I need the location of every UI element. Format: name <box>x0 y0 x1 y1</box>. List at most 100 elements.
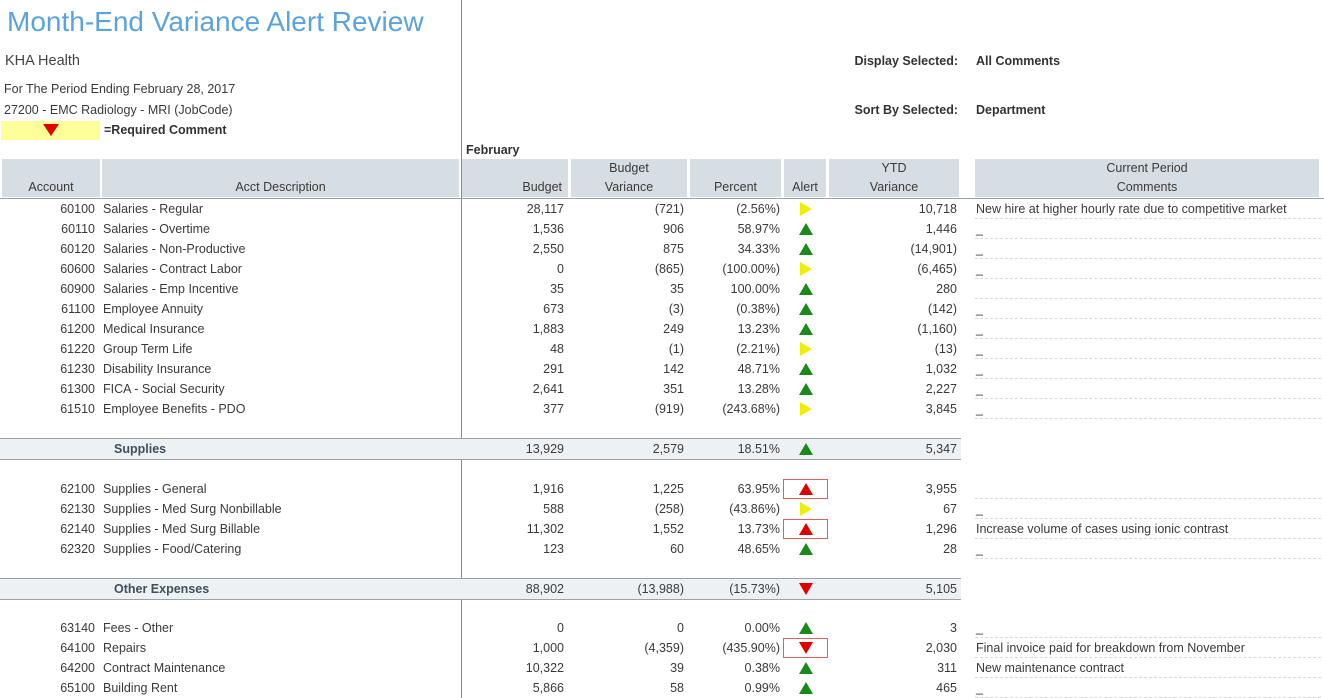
table-row[interactable]: 61510 Employee Benefits - PDO 377 (919) (243… <box>0 399 1324 419</box>
table-row[interactable]: 61300 FICA - Social Security 2,641 351 13.28… <box>0 379 1324 399</box>
description-cell: Group Term Life <box>103 342 193 356</box>
alert-cell[interactable] <box>783 678 828 698</box>
alert-cell[interactable] <box>783 479 828 499</box>
account-cell: 60600 <box>60 262 95 276</box>
comment-cell[interactable]: _ <box>975 379 1321 399</box>
table-row[interactable]: 62320 Supplies - Food/Catering 123 60 48.65%… <box>0 539 1324 559</box>
budget-cell: 377 <box>543 402 564 416</box>
alert-cell[interactable] <box>783 618 828 638</box>
alert-cell[interactable] <box>783 539 828 559</box>
group-comment-row <box>0 438 1324 458</box>
table-row[interactable]: 63140 Fees - Other 0 0 0.00% 3 _ <box>0 618 1324 638</box>
percent-cell: 0.00% <box>744 621 780 635</box>
alert-triangle-icon <box>799 363 813 375</box>
header-ytd-line2: Variance <box>869 180 919 194</box>
description-cell: Salaries - Contract Labor <box>103 262 242 276</box>
alert-up-green-icon <box>783 658 828 678</box>
comment-cell[interactable]: Increase volume of cases using ionic con… <box>975 519 1321 539</box>
table-row[interactable]: 62140 Supplies - Med Surg Billable 11,302 1… <box>0 519 1324 539</box>
budget-cell: 0 <box>557 621 564 635</box>
alert-up-green-icon <box>783 379 828 399</box>
comment-cell[interactable]: _ <box>975 618 1321 638</box>
ytd-variance-cell: (13) <box>934 342 957 356</box>
budget-cell: 1,916 <box>532 482 564 496</box>
alert-up-green-icon <box>783 219 828 239</box>
comment-cell[interactable]: _ <box>975 259 1321 279</box>
table-row[interactable]: 60600 Salaries - Contract Labor 0 (865) (100… <box>0 259 1324 279</box>
percent-cell: 58.97% <box>737 222 780 236</box>
description-cell: Salaries - Emp Incentive <box>103 282 239 296</box>
sort-selected-value[interactable]: Department <box>976 103 1045 117</box>
table-row[interactable]: 65100 Building Rent 5,866 58 0.99% 465 _ <box>0 678 1324 698</box>
table-row[interactable]: 61200 Medical Insurance 1,883 249 13.23% (1,1… <box>0 319 1324 339</box>
comment-cell[interactable]: New hire at higher hourly rate due to co… <box>975 199 1321 219</box>
alert-cell[interactable] <box>783 379 828 399</box>
comment-cell[interactable]: _ <box>975 219 1321 239</box>
alert-cell[interactable] <box>783 519 828 539</box>
account-cell: 64100 <box>60 641 95 655</box>
ytd-variance-cell: 3 <box>950 621 957 635</box>
table-row[interactable]: 62130 Supplies - Med Surg Nonbillable 588 (… <box>0 499 1324 519</box>
comment-cell[interactable]: _ <box>975 539 1321 559</box>
table-row[interactable]: 60110 Salaries - Overtime 1,536 906 58.97% 1,… <box>0 219 1324 239</box>
comment-cell[interactable]: _ <box>975 319 1321 339</box>
alert-cell[interactable] <box>783 259 828 279</box>
alert-cell[interactable] <box>783 279 828 299</box>
alert-triangle-icon <box>799 682 813 694</box>
comment-cell[interactable]: _ <box>975 339 1321 359</box>
alert-cell[interactable] <box>783 499 828 519</box>
comment-cell[interactable]: New maintenance contract <box>975 658 1321 678</box>
description-cell: Supplies - Med Surg Nonbillable <box>103 502 282 516</box>
comment-cell[interactable]: _ <box>975 678 1321 698</box>
comment-cell[interactable]: _ <box>975 239 1321 259</box>
table-row[interactable]: 62100 Supplies - General 1,916 1,225 63.95% 3… <box>0 479 1324 499</box>
ytd-variance-cell: 28 <box>943 542 957 556</box>
table-row[interactable]: 61230 Disability Insurance 291 142 48.71% 1,0… <box>0 359 1324 379</box>
table-row[interactable]: 60100 Salaries - Regular 28,117 (721) (2.56%… <box>0 199 1324 219</box>
alert-cell[interactable] <box>783 399 828 419</box>
display-selected-value[interactable]: All Comments <box>976 54 1060 68</box>
table-row[interactable]: 61220 Group Term Life 48 (1) (2.21%) (13) _ <box>0 339 1324 359</box>
comment-cell[interactable]: Final invoice paid for breakdown from No… <box>975 638 1321 658</box>
budget-cell: 291 <box>543 362 564 376</box>
alert-cell[interactable] <box>783 199 828 219</box>
comment-cell[interactable] <box>975 479 1321 499</box>
alert-cell[interactable] <box>783 638 828 658</box>
alert-cell[interactable] <box>783 359 828 379</box>
table-row[interactable]: 64100 Repairs 1,000 (4,359) (435.90%) 2,030 Fi… <box>0 638 1324 658</box>
alert-cell[interactable] <box>783 339 828 359</box>
comment-cell[interactable]: _ <box>975 359 1321 379</box>
alert-cell[interactable] <box>783 319 828 339</box>
alert-cell[interactable] <box>783 239 828 259</box>
account-cell: 62320 <box>60 542 95 556</box>
header-account-label: Account <box>28 180 74 194</box>
description-cell: Fees - Other <box>103 621 174 635</box>
account-cell: 60120 <box>60 242 95 256</box>
budget-variance-cell: (4,359) <box>644 641 684 655</box>
job-code: 27200 - EMC Radiology - MRI (JobCode) <box>4 103 233 117</box>
alert-cell[interactable] <box>783 299 828 319</box>
description-cell: Supplies - Food/Catering <box>103 542 242 556</box>
comment-cell[interactable] <box>975 279 1321 299</box>
alert-cell[interactable] <box>783 219 828 239</box>
alert-cell[interactable] <box>783 658 828 678</box>
comment-cell[interactable]: _ <box>975 399 1321 419</box>
percent-cell: (435.90%) <box>722 641 780 655</box>
account-cell: 60100 <box>60 202 95 216</box>
header-budget-label: Budget <box>522 180 562 194</box>
required-comment-icon <box>43 124 59 136</box>
month-label: February <box>466 143 520 157</box>
table-row[interactable]: 60120 Salaries - Non-Productive 2,550 875 34… <box>0 239 1324 259</box>
table-row[interactable]: 64200 Contract Maintenance 10,322 39 0.38% 31… <box>0 658 1324 678</box>
legend-text: =Required Comment <box>104 123 227 137</box>
alert-up-green-icon <box>783 299 828 319</box>
header-alert: Alert <box>784 159 826 197</box>
comment-cell[interactable]: _ <box>975 299 1321 319</box>
alert-triangle-icon <box>799 622 813 634</box>
comment-cell[interactable]: _ <box>975 499 1321 519</box>
table-row[interactable]: 60900 Salaries - Emp Incentive 35 35 100.00%… <box>0 279 1324 299</box>
table-row[interactable]: 61100 Employee Annuity 673 (3) (0.38%) (142) _ <box>0 299 1324 319</box>
budget-cell: 1,000 <box>532 641 564 655</box>
ytd-variance-cell: 67 <box>943 502 957 516</box>
percent-cell: (100.00%) <box>722 262 780 276</box>
